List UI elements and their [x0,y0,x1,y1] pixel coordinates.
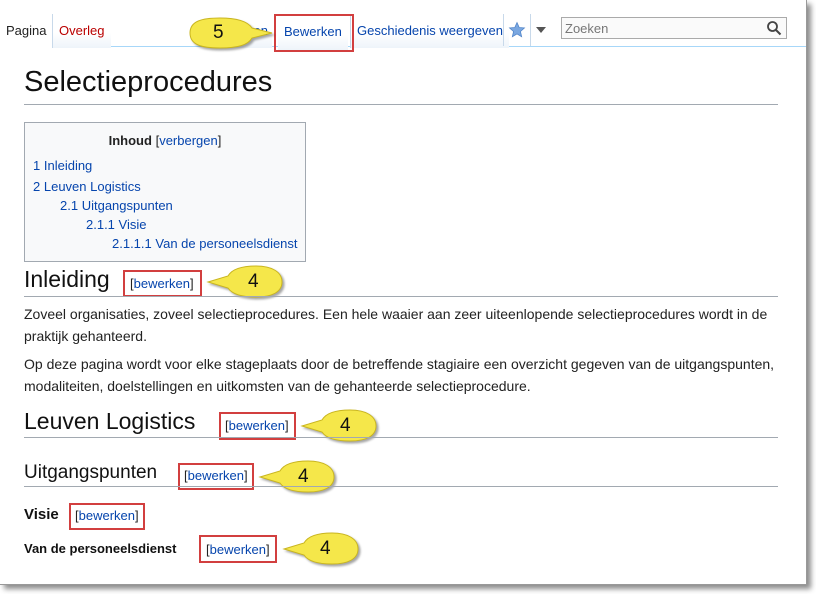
callout-4: 4 [258,459,338,495]
more-actions-dropdown[interactable] [530,14,551,46]
toc-item[interactable]: 2.1 Uitgangspunten [60,198,173,213]
toc-item-label: Leuven Logistics [43,179,141,194]
watch-star-icon [508,21,526,38]
toc-item-label: Visie [118,217,147,232]
toc-item[interactable]: 2 Leuven Logistics [33,179,141,194]
toc-item-number: 2.1.1 [86,217,115,232]
edit-highlight [69,503,145,530]
search-box [561,17,787,39]
toc-item[interactable]: 2.1.1.1 Van de personeelsdienst [112,236,298,251]
toc-item-number: 2 [33,179,41,194]
toc-toggle-link[interactable]: verbergen [159,133,218,148]
edit-highlight [219,412,296,440]
toc-item-label: Inleiding [43,158,93,173]
toc-item-number: 1 [33,158,41,173]
callout-4: 4 [282,531,362,567]
callout-number: 4 [298,466,309,487]
tab-geschiedenis-weergeven[interactable]: Geschiedenis weergeven [350,14,509,48]
page-title: Selectieprocedures [24,66,273,98]
toc-item-label: Uitgangspunten [81,198,173,213]
tab-overleg[interactable]: Overleg [52,14,111,48]
search-input[interactable] [562,18,765,38]
section-heading-van-de-personeelsdienst: Van de personeelsdienst [24,541,177,556]
section-heading-inleiding: Inleiding [24,266,110,292]
section-heading-uitgangspunten: Uitgangspunten [24,462,158,483]
magnifier-icon[interactable] [766,20,782,36]
callout-number: 4 [248,271,259,292]
bewerken-tab-highlight [274,14,354,52]
callout-number: 5 [213,22,224,43]
section-underline [24,486,778,487]
paragraph: Zoveel organisaties, zoveel selectieproc… [24,306,768,344]
section-underline [24,437,778,438]
table-of-contents: Inhoud [verbergen] 1 Inleiding 2 Leuven … [24,122,306,262]
tab-pagina[interactable]: Pagina [0,14,53,48]
toc-item-number: 2.1.1.1 [112,236,152,251]
toc-header: Inhoud [verbergen] [25,133,305,148]
toc-item-number: 2.1 [60,198,79,213]
callout-5: 5 [186,16,276,50]
page-tabs-bar: Pagina Overleg Lezen Bewerken Geschieden… [0,0,806,52]
toc-toggle-close: ] [217,133,222,148]
callout-4: 4 [300,408,380,444]
browser-frame: Pagina Overleg Lezen Bewerken Geschieden… [0,0,807,585]
callout-4: 4 [206,264,286,300]
toc-item[interactable]: 2.1.1 Visie [86,217,147,232]
chevron-down-icon [536,27,546,33]
paragraph: Op deze pagina wordt voor elke stageplaa… [24,356,775,394]
callout-number: 4 [320,538,331,559]
title-underline [24,104,778,105]
section-heading-leuven-logistics: Leuven Logistics [24,408,196,434]
toc-item-label: Van de personeelsdienst [155,236,298,251]
star-icon[interactable] [503,14,530,46]
edit-highlight [123,270,202,297]
edit-highlight [199,535,277,563]
section-heading-visie: Visie [24,506,59,523]
toc-title: Inhoud [108,133,152,148]
callout-number: 4 [340,415,351,436]
toc-item[interactable]: 1 Inleiding [33,158,92,173]
section-underline [24,296,778,297]
